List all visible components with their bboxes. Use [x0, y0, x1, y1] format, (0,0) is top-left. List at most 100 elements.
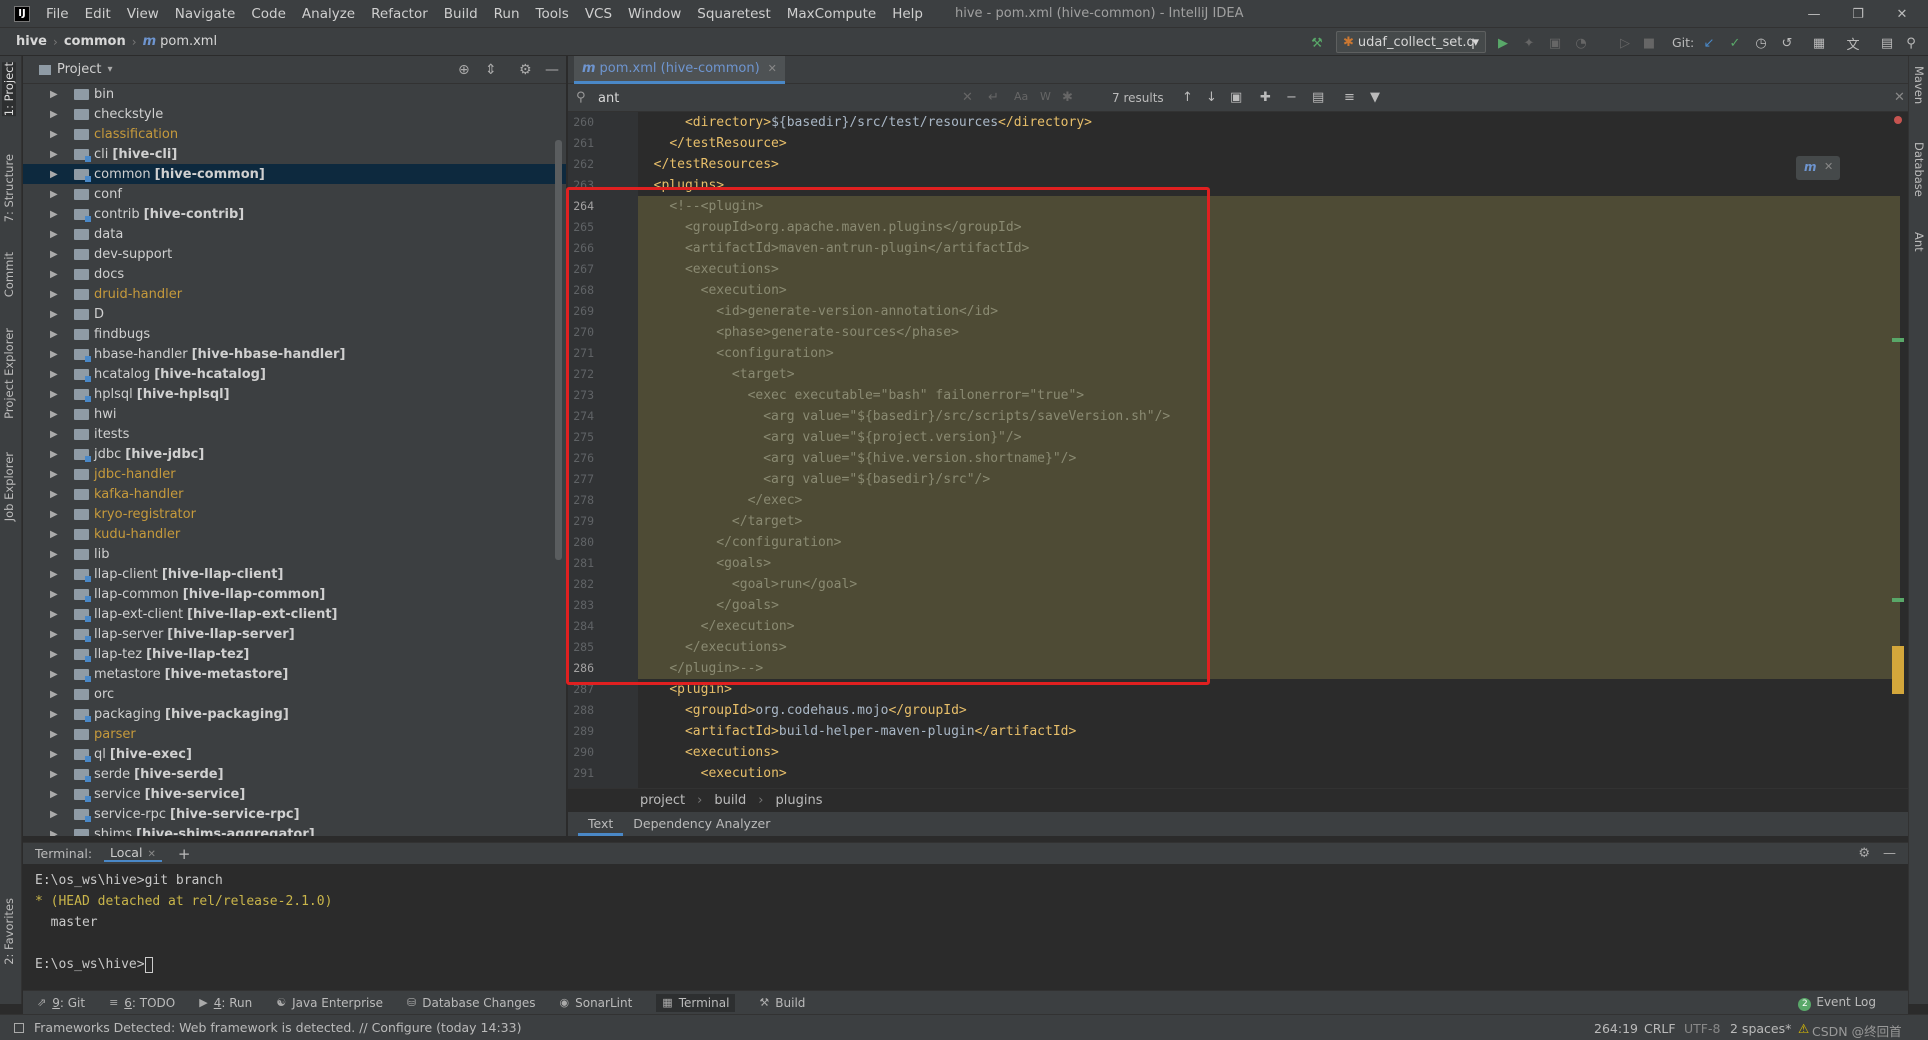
- tree-item[interactable]: ▶ llap-server [hive-llap-server]: [23, 624, 566, 644]
- expand-arrow-icon[interactable]: ▶: [50, 129, 62, 140]
- change-marker[interactable]: [1892, 598, 1904, 602]
- line-separator[interactable]: CRLF: [1644, 1021, 1676, 1036]
- tree-item[interactable]: ▶ docs: [23, 264, 566, 284]
- file-encoding[interactable]: UTF-8: [1684, 1021, 1720, 1036]
- profile-icon[interactable]: ◔: [1572, 34, 1590, 52]
- code-line[interactable]: <directory>${basedir}/src/test/resources…: [638, 112, 1900, 133]
- expand-arrow-icon[interactable]: ▶: [50, 249, 62, 260]
- expand-arrow-icon[interactable]: ▶: [50, 549, 62, 560]
- menu-edit[interactable]: Edit: [77, 6, 119, 22]
- tree-item[interactable]: ▶ lib: [23, 544, 566, 564]
- tree-item[interactable]: ▶ D: [23, 304, 566, 324]
- git-history-icon[interactable]: ◷: [1752, 34, 1770, 52]
- tree-item[interactable]: ▶ packaging [hive-packaging]: [23, 704, 566, 724]
- code-line[interactable]: </testResources>: [638, 154, 1900, 175]
- menu-vcs[interactable]: VCS: [577, 6, 620, 22]
- previous-occurrence-icon[interactable]: ↑: [1182, 90, 1193, 105]
- status-toggle-icon[interactable]: [14, 1022, 24, 1033]
- menu-analyze[interactable]: Analyze: [294, 6, 363, 22]
- new-terminal-icon[interactable]: +: [178, 845, 191, 863]
- error-indicator-icon[interactable]: [1894, 116, 1902, 124]
- expand-arrow-icon[interactable]: ▶: [50, 469, 62, 480]
- clear-search-icon[interactable]: ✕: [962, 90, 973, 105]
- breadcrumb-project[interactable]: hive: [0, 34, 53, 49]
- restore-icon[interactable]: ❐: [1836, 0, 1880, 28]
- tree-item[interactable]: ▶ common [hive-common]: [23, 164, 566, 184]
- coverage-icon[interactable]: ▣: [1546, 34, 1564, 52]
- code-line[interactable]: <artifactId>build-helper-maven-plugin</a…: [638, 721, 1900, 742]
- new-line-icon[interactable]: ↵: [988, 90, 999, 105]
- warning-icon[interactable]: ⚠: [1798, 1021, 1809, 1036]
- tool-window-build[interactable]: ⚒ Build: [759, 996, 805, 1010]
- tool-tab-structure[interactable]: 7: Structure: [2, 154, 16, 222]
- breadcrumb-build-tag[interactable]: build: [714, 793, 746, 808]
- menu-help[interactable]: Help: [884, 6, 931, 22]
- filter-lines-icon[interactable]: ≡: [1344, 90, 1355, 105]
- run-configuration-select[interactable]: ✱ udaf_collect_set.q ▾: [1336, 31, 1486, 53]
- tree-item[interactable]: ▶ kafka-handler: [23, 484, 566, 504]
- tree-item[interactable]: ▶ data: [23, 224, 566, 244]
- tree-item[interactable]: ▶ parser: [23, 724, 566, 744]
- tree-item[interactable]: ▶ itests: [23, 424, 566, 444]
- gear-icon[interactable]: ⚙: [519, 62, 532, 78]
- minimize-icon[interactable]: —: [1792, 0, 1836, 28]
- expand-arrow-icon[interactable]: ▶: [50, 529, 62, 540]
- menu-window[interactable]: Window: [620, 6, 689, 22]
- expand-arrow-icon[interactable]: ▶: [50, 689, 62, 700]
- tool-tab-commit[interactable]: Commit: [2, 252, 16, 297]
- git-commit-icon[interactable]: ✓: [1726, 34, 1744, 52]
- expand-arrow-icon[interactable]: ▶: [50, 589, 62, 600]
- expand-arrow-icon[interactable]: ▶: [50, 789, 62, 800]
- tree-item[interactable]: ▶ service-rpc [hive-service-rpc]: [23, 804, 566, 824]
- status-message[interactable]: Frameworks Detected: Web framework is de…: [34, 1020, 521, 1035]
- expand-arrow-icon[interactable]: ▶: [50, 429, 62, 440]
- run-icon[interactable]: ▶: [1494, 34, 1512, 52]
- expand-arrow-icon[interactable]: ▶: [50, 289, 62, 300]
- expand-arrow-icon[interactable]: ▶: [50, 569, 62, 580]
- terminal-output[interactable]: E:\os_ws\hive>git branch * (HEAD detached…: [23, 864, 1908, 988]
- tool-tab-favorites[interactable]: 2: Favorites: [2, 898, 16, 965]
- menu-build[interactable]: Build: [436, 6, 486, 22]
- git-update-icon[interactable]: ↙: [1700, 34, 1718, 52]
- expand-arrow-icon[interactable]: ▶: [50, 269, 62, 280]
- expand-arrow-icon[interactable]: ▶: [50, 89, 62, 100]
- close-tab-icon[interactable]: ✕: [147, 849, 155, 860]
- menu-view[interactable]: View: [119, 6, 167, 22]
- editor-tab-pom[interactable]: m pom.xml (hive-common) ✕: [574, 56, 785, 84]
- expand-arrow-icon[interactable]: ▶: [50, 649, 62, 660]
- collapse-all-icon[interactable]: ⇕: [485, 62, 497, 78]
- project-panel-title[interactable]: Project: [57, 62, 101, 77]
- tool-tab-maven[interactable]: Maven: [1912, 66, 1926, 104]
- expand-arrow-icon[interactable]: ▶: [50, 109, 62, 120]
- remove-occurrence-icon[interactable]: −: [1286, 90, 1297, 105]
- tree-item[interactable]: ▶ service [hive-service]: [23, 784, 566, 804]
- tree-item[interactable]: ▶ jdbc [hive-jdbc]: [23, 444, 566, 464]
- tree-item[interactable]: ▶ conf: [23, 184, 566, 204]
- tree-item[interactable]: ▶ llap-common [hive-llap-common]: [23, 584, 566, 604]
- expand-arrow-icon[interactable]: ▶: [50, 749, 62, 760]
- tree-item[interactable]: ▶ checkstyle: [23, 104, 566, 124]
- regex-icon[interactable]: ✱: [1062, 90, 1073, 105]
- translate-icon[interactable]: 文: [1844, 34, 1862, 53]
- tree-item[interactable]: ▶ kryo-registrator: [23, 504, 566, 524]
- expand-arrow-icon[interactable]: ▶: [50, 709, 62, 720]
- indent-setting[interactable]: 2 spaces*: [1730, 1021, 1791, 1036]
- tree-item[interactable]: ▶ hcatalog [hive-hcatalog]: [23, 364, 566, 384]
- tree-item[interactable]: ▶ shims [hive-shims-aggregator]: [23, 824, 566, 836]
- tool-tab-ant[interactable]: Ant: [1912, 232, 1926, 252]
- expand-arrow-icon[interactable]: ▶: [50, 629, 62, 640]
- tool-tab-project[interactable]: 1: Project: [2, 62, 16, 117]
- tree-item[interactable]: ▶ serde [hive-serde]: [23, 764, 566, 784]
- search-everywhere-icon[interactable]: ⚲: [1902, 34, 1920, 52]
- expand-arrow-icon[interactable]: ▶: [50, 209, 62, 220]
- search-icon[interactable]: ⚲: [576, 90, 586, 105]
- change-marker[interactable]: [1892, 338, 1904, 342]
- maven-reload-icon[interactable]: m: [1804, 160, 1817, 174]
- tree-item[interactable]: ▶ orc: [23, 684, 566, 704]
- breadcrumb-project-tag[interactable]: project: [640, 793, 685, 808]
- stop-icon[interactable]: ■: [1640, 34, 1658, 52]
- close-tab-icon[interactable]: ✕: [768, 62, 777, 75]
- project-structure-icon[interactable]: ▦: [1810, 34, 1828, 52]
- expand-arrow-icon[interactable]: ▶: [50, 189, 62, 200]
- tree-item[interactable]: ▶ cli [hive-cli]: [23, 144, 566, 164]
